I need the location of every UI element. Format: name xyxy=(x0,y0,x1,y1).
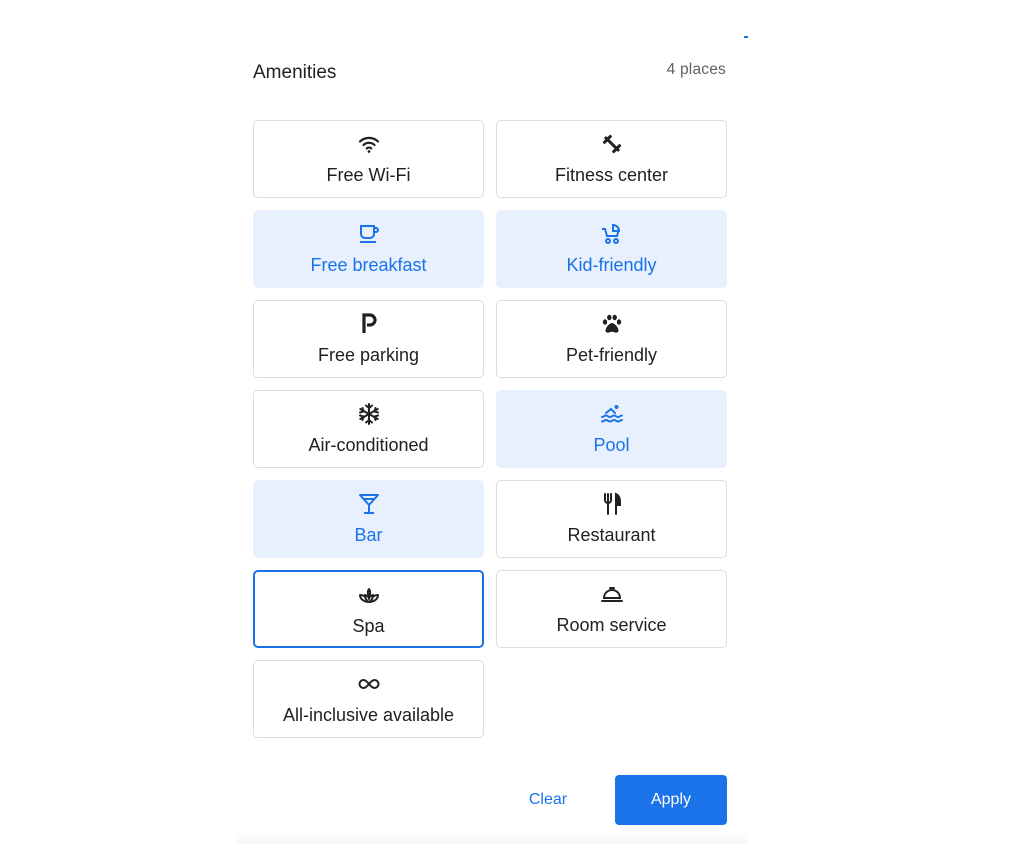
amenity-free-wifi[interactable]: Free Wi-Fi xyxy=(253,120,484,198)
coffee-cup-icon xyxy=(356,221,382,247)
amenity-label: Free breakfast xyxy=(310,255,427,275)
amenity-label: Kid-friendly xyxy=(566,255,657,275)
infinity-icon xyxy=(356,671,382,697)
amenity-spa[interactable]: Spa xyxy=(253,570,484,648)
clear-button[interactable]: Clear xyxy=(520,786,576,814)
amenity-label: Spa xyxy=(352,616,385,636)
amenity-label: Fitness center xyxy=(554,165,669,185)
amenity-pet-friendly[interactable]: Pet-friendly xyxy=(496,300,727,378)
spa-icon xyxy=(356,582,382,608)
amenity-label: Restaurant xyxy=(567,525,656,545)
wifi-icon xyxy=(356,131,382,157)
results-count: 4 places xyxy=(666,61,726,78)
cocktail-icon xyxy=(356,491,382,517)
fork-knife-icon xyxy=(599,491,625,517)
amenity-air-conditioned[interactable]: Air-conditioned xyxy=(253,390,484,468)
section-title: Amenities xyxy=(253,62,337,83)
amenity-label: Air-conditioned xyxy=(308,435,429,455)
amenity-label: Pet-friendly xyxy=(565,345,658,365)
amenity-label: Bar xyxy=(354,525,383,545)
bottom-fade xyxy=(236,830,748,844)
amenity-label: Free parking xyxy=(317,345,420,365)
amenity-label: All-inclusive available xyxy=(282,705,455,725)
pool-icon xyxy=(599,401,625,427)
amenity-room-service[interactable]: Room service xyxy=(496,570,727,648)
amenity-bar[interactable]: Bar xyxy=(253,480,484,558)
amenity-label: Pool xyxy=(593,435,630,455)
room-service-icon xyxy=(599,581,625,607)
amenity-free-parking[interactable]: Free parking xyxy=(253,300,484,378)
amenity-all-inclusive[interactable]: All-inclusive available xyxy=(253,660,484,738)
amenity-fitness-center[interactable]: Fitness center xyxy=(496,120,727,198)
parking-icon xyxy=(356,311,382,337)
amenity-kid-friendly[interactable]: Kid-friendly xyxy=(496,210,727,288)
amenity-label: Free Wi-Fi xyxy=(326,165,411,185)
paw-icon xyxy=(599,311,625,337)
snowflake-icon xyxy=(356,401,382,427)
amenity-label: Room service xyxy=(556,615,667,635)
stroller-icon xyxy=(599,221,625,247)
amenity-free-breakfast[interactable]: Free breakfast xyxy=(253,210,484,288)
fitness-icon xyxy=(599,131,625,157)
apply-button[interactable]: Apply xyxy=(615,775,727,825)
amenity-pool[interactable]: Pool xyxy=(496,390,727,468)
amenities-grid: Free Wi-Fi Fitness center Free breakfast… xyxy=(253,120,727,738)
amenity-restaurant[interactable]: Restaurant xyxy=(496,480,727,558)
corner-mark xyxy=(744,36,748,38)
